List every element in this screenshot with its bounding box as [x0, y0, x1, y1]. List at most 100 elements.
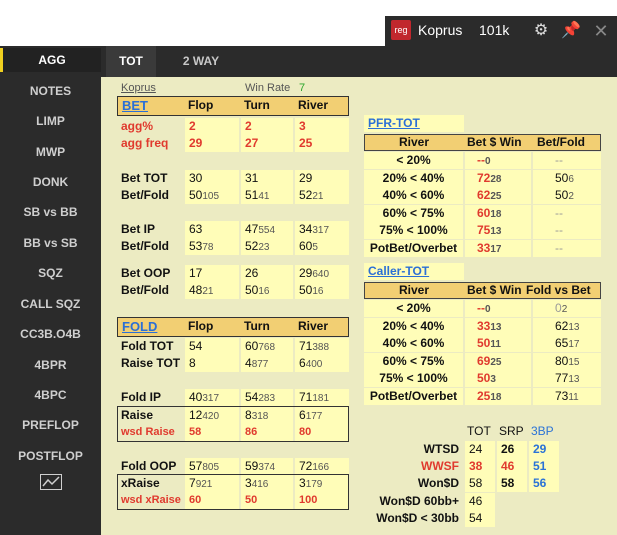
stat-cell: 27 — [241, 135, 293, 152]
third-cell: 02 — [533, 300, 601, 317]
sidebar-item-sqz[interactable]: SQZ — [0, 261, 101, 285]
third-cell: 506 — [533, 169, 601, 187]
sidebar-item-4bpr[interactable]: 4BPR — [0, 353, 101, 377]
fold-col-turn: Turn — [244, 319, 270, 333]
range-label: < 20% — [364, 300, 463, 317]
row-label: Bet IP — [121, 222, 156, 236]
wtsd-label: Won$D < 30bb — [376, 510, 459, 525]
wtsd-label: WTSD — [423, 442, 459, 456]
stat-cell: 50105 — [185, 187, 239, 204]
reg-badge: reg — [391, 20, 411, 40]
third-cell: 6213 — [533, 317, 601, 335]
stat-cell-count: 21 — [202, 286, 214, 297]
bet-win-cell-count: 18 — [490, 208, 502, 220]
close-icon[interactable]: ✕ — [591, 21, 611, 41]
bet-col-turn: Turn — [244, 98, 270, 112]
bet-win-cell-count: 3 — [490, 374, 496, 386]
third-cell-count: 11 — [568, 392, 579, 403]
bet-win-cell: 3313 — [465, 317, 531, 335]
stat-cell: 26 — [241, 265, 293, 282]
sidebar-item-limp[interactable]: LIMP — [0, 109, 101, 133]
hands-count: 101k — [479, 22, 510, 38]
wtsd-cell: 58 — [497, 475, 527, 493]
winrate-value: 7 — [299, 82, 306, 94]
sidebar-item-call-sqz[interactable]: CALL SQZ — [0, 292, 101, 316]
bet-win-cell-count: 13 — [490, 226, 502, 238]
bet-win-cell-count: 18 — [490, 392, 502, 403]
stat-cell-count: 5 — [312, 242, 318, 253]
raise-box — [117, 406, 349, 442]
third-cell-count: 15 — [568, 356, 580, 368]
caller-col-foldvsbet: Fold vs Bet — [526, 283, 591, 297]
bet-win-cell-count: 11 — [490, 339, 501, 351]
stat-cell: 2 — [185, 118, 239, 135]
third-cell-count: 6 — [568, 173, 574, 185]
pfr-col-river: River — [399, 135, 430, 149]
stat-cell-count: 16 — [258, 286, 270, 297]
player-link[interactable]: Koprus — [121, 80, 156, 97]
caller-col-river: River — [399, 283, 430, 297]
bet-win-cell-count: 25 — [490, 191, 502, 203]
main-panel: TOT 2 WAY Koprus Win Rate 7 BET Flop Tur… — [101, 46, 617, 535]
row-label: agg freq — [121, 136, 169, 150]
wtsd-col-tot: TOT — [467, 424, 491, 438]
sidebar-item-notes[interactable]: NOTES — [0, 79, 101, 103]
sidebar-item-cc3b-o4b[interactable]: CC3B.O4B — [0, 322, 101, 346]
caller-tot-title[interactable]: Caller-TOT — [364, 263, 464, 280]
wtsd-cell: 24 — [465, 441, 495, 458]
stat-cell-count: 374 — [258, 462, 276, 473]
bet-win-cell: 2518 — [465, 388, 531, 405]
bet-win-cell-count: 13 — [490, 321, 502, 333]
bet-win-cell: 6225 — [465, 187, 531, 205]
third-cell-count: 13 — [568, 321, 580, 333]
sidebar-item-donk[interactable]: DONK — [0, 170, 101, 194]
pfr-col-betfold: Bet/Fold — [537, 135, 585, 149]
third-cell: 7311 — [533, 388, 601, 405]
sidebar-item-bb-vs-sb[interactable]: BB vs SB — [0, 231, 101, 255]
stat-cell: 71388 — [295, 338, 349, 355]
range-label: 40% < 60% — [364, 187, 463, 205]
wtsd-label: WWSF — [421, 459, 459, 474]
xraise-box — [117, 474, 349, 510]
bet-win-cell: --0 — [465, 152, 531, 169]
row-label: Fold TOT — [121, 339, 174, 353]
chart-icon[interactable] — [40, 474, 62, 490]
stat-cell: 3 — [295, 118, 349, 135]
gear-icon[interactable]: ⚙ — [531, 21, 551, 41]
sidebar-item-sb-vs-bb[interactable]: SB vs BB — [0, 200, 101, 224]
sidebar-item-4bpc[interactable]: 4BPC — [0, 383, 101, 407]
sidebar-item-postflop[interactable]: POSTFLOP — [0, 444, 101, 468]
sidebar-item-preflop[interactable]: PREFLOP — [0, 413, 101, 437]
stat-cell: 5141 — [241, 187, 293, 204]
stat-cell-count: 283 — [258, 393, 276, 404]
third-cell: -- — [533, 222, 601, 240]
sidebar-item-agg[interactable]: AGG — [0, 48, 101, 72]
stat-cell-count: 805 — [202, 462, 220, 473]
stat-cell: 29640 — [295, 265, 349, 282]
stat-cell: 31 — [241, 170, 293, 187]
stat-cell-count: 181 — [312, 393, 330, 404]
stat-cell-count: 105 — [202, 191, 220, 202]
pin-icon[interactable]: 📌 — [561, 21, 581, 41]
bet-win-cell: 7513 — [465, 222, 531, 240]
fold-title[interactable]: FOLD — [122, 318, 157, 335]
pfr-tot-title[interactable]: PFR-TOT — [364, 115, 464, 132]
stat-cell: 54283 — [241, 389, 293, 406]
stat-cell: 29 — [185, 135, 239, 152]
stat-cell-count: 317 — [202, 393, 220, 404]
range-label: 20% < 40% — [364, 169, 463, 187]
third-cell-count: 2 — [561, 304, 568, 315]
wtsd-cell: 56 — [529, 475, 559, 493]
third-cell-count: 2 — [568, 191, 574, 203]
third-cell: -- — [533, 240, 601, 257]
bet-title[interactable]: BET — [122, 97, 148, 114]
row-label: Bet TOT — [121, 171, 168, 185]
sidebar-item-mwp[interactable]: MWP — [0, 140, 101, 164]
tab-tot[interactable]: TOT — [106, 46, 156, 77]
fold-col-flop: Flop — [188, 319, 214, 333]
wtsd-col-3bp: 3BP — [531, 424, 554, 438]
row-label: Fold OOP — [121, 459, 177, 473]
tab-2-way[interactable]: 2 WAY — [173, 46, 229, 77]
player-name: Koprus — [418, 22, 463, 38]
row-label: Bet/Fold — [121, 283, 169, 297]
